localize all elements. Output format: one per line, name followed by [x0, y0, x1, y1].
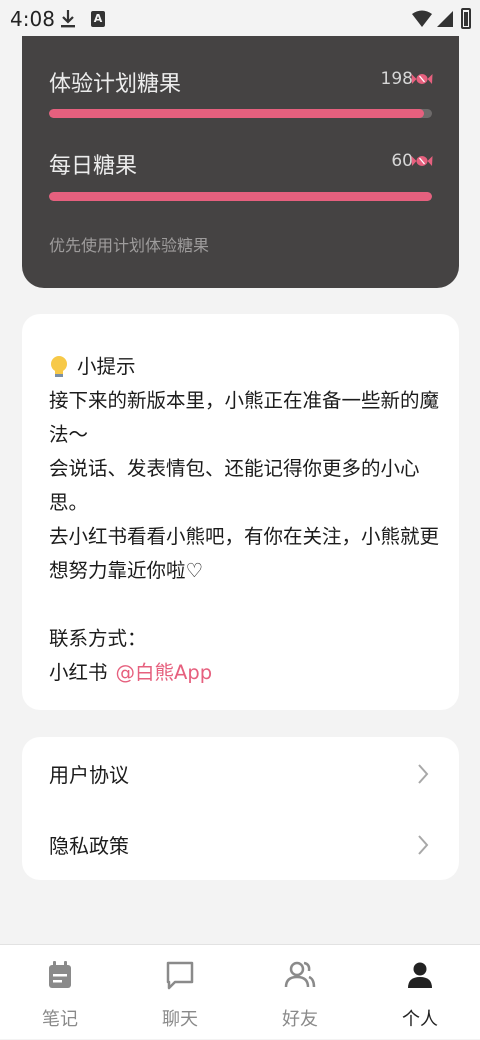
download-icon	[61, 10, 75, 28]
plan-candy-bar-fill	[49, 109, 425, 118]
daily-candy-bar	[49, 192, 432, 201]
daily-candy-bar-fill	[49, 192, 432, 201]
tip-line: 会说话、发表情包、还能记得你更多的小心	[49, 457, 420, 480]
nav-label-chat: 聊天	[162, 1009, 198, 1030]
links-card: 用户协议 隐私政策	[22, 737, 459, 880]
user-agreement-item[interactable]: 用户协议	[22, 738, 459, 809]
nav-tab-friends[interactable]: 好友	[240, 945, 360, 1040]
tip-card: 小提示 接下来的新版本里，小熊正在准备一些新的魔 法～ 会说话、发表情包、还能记…	[22, 314, 459, 710]
nav-tab-notes[interactable]: 笔记	[0, 945, 120, 1040]
chevron-right-icon	[418, 834, 429, 855]
contact-handle-link[interactable]: @白熊App	[116, 661, 213, 684]
nav-label-friends: 好友	[282, 1009, 318, 1030]
lightbulb-icon	[51, 356, 67, 377]
plan-candy-label: 体验计划糖果	[49, 72, 182, 97]
contact-platform: 小红书	[49, 661, 108, 684]
tip-content: 小提示 接下来的新版本里，小熊正在准备一些新的魔 法～ 会说话、发表情包、还能记…	[49, 350, 439, 690]
tip-line: 去小红书看看小熊吧，有你在关注，小熊就更	[49, 525, 440, 548]
nav-tab-chat[interactable]: 聊天	[120, 945, 240, 1040]
status-bar: 4:08 A	[0, 0, 480, 38]
tip-line: 接下来的新版本里，小熊正在准备一些新的魔	[49, 389, 440, 412]
daily-candy-label: 每日糖果	[49, 154, 138, 179]
candy-icon	[411, 74, 433, 84]
candy-note: 优先使用计划体验糖果	[49, 236, 210, 255]
contact-row: 小红书 @白熊App	[49, 656, 439, 690]
tip-title-row: 小提示	[49, 350, 439, 384]
tip-title: 小提示	[77, 355, 136, 378]
privacy-policy-item[interactable]: 隐私政策	[22, 809, 459, 880]
tip-line: 想努力靠近你啦♡	[49, 559, 203, 582]
tip-line: 法～	[49, 423, 89, 446]
chat-bubble-icon	[166, 961, 194, 990]
tip-line: 思。	[49, 491, 89, 514]
wifi-icon	[412, 10, 432, 27]
contact-label: 联系方式：	[49, 627, 147, 650]
person-icon	[408, 962, 432, 988]
plan-candy-count: 198	[380, 69, 413, 89]
nav-label-notes: 笔记	[42, 1009, 78, 1030]
candy-card: 体验计划糖果 198 每日糖果 60 优先使用计划体验糖果	[22, 36, 459, 288]
user-agreement-label: 用户协议	[49, 763, 129, 787]
friends-icon	[284, 961, 316, 988]
battery-icon	[461, 8, 471, 29]
bottom-nav: 笔记 聊天 好友 个人	[0, 944, 480, 1039]
signal-icon	[437, 11, 453, 27]
privacy-policy-label: 隐私政策	[49, 834, 129, 858]
daily-candy-count: 60	[391, 151, 413, 171]
calendar-note-icon	[49, 961, 71, 988]
notification-a-icon: A	[91, 11, 105, 27]
plan-candy-bar	[49, 109, 432, 118]
chevron-right-icon	[418, 763, 429, 784]
candy-icon	[411, 156, 433, 166]
status-time: 4:08	[10, 7, 55, 31]
nav-label-profile: 个人	[402, 1009, 438, 1030]
nav-tab-profile[interactable]: 个人	[360, 945, 480, 1040]
